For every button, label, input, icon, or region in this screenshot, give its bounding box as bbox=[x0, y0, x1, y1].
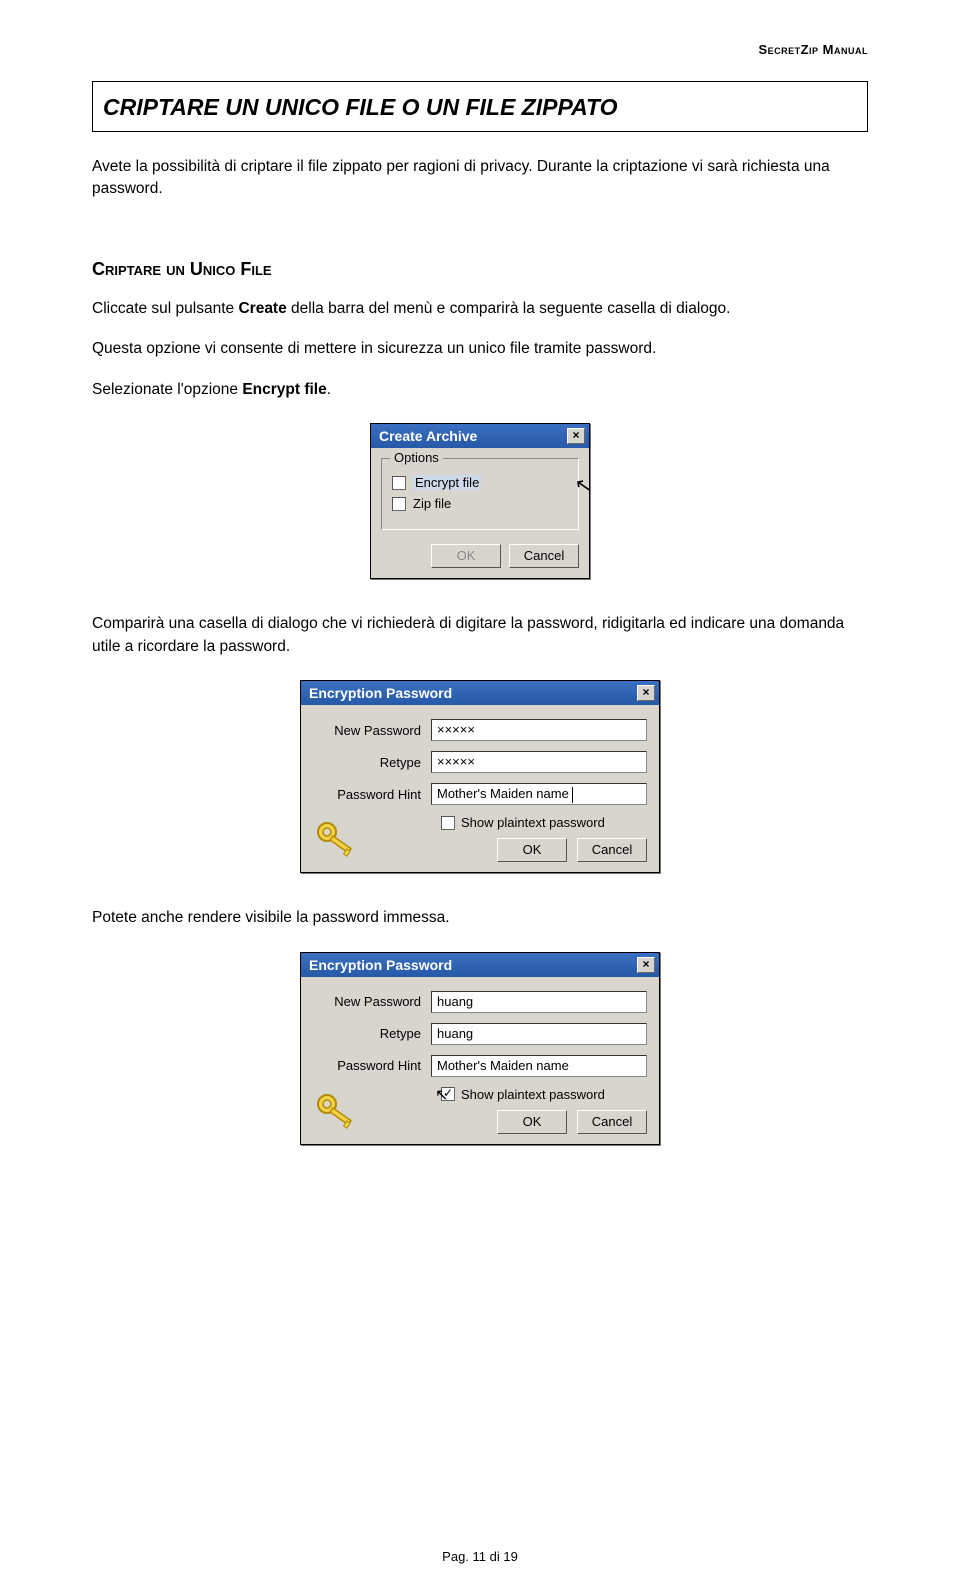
cancel-button[interactable]: Cancel bbox=[577, 1110, 647, 1134]
ok-button[interactable]: OK bbox=[497, 838, 567, 862]
retype-label: Retype bbox=[315, 755, 431, 770]
dialog-titlebar: Encryption Password × bbox=[301, 681, 659, 705]
checkbox-icon[interactable] bbox=[441, 816, 455, 830]
cursor-arrow-icon: ↖ bbox=[435, 1085, 448, 1105]
new-password-field[interactable]: ××××× bbox=[431, 719, 647, 741]
header-brand: SecretZip Manual bbox=[92, 42, 868, 57]
options-legend: Options bbox=[390, 450, 443, 465]
show-plaintext-option[interactable]: Show plaintext password bbox=[441, 815, 647, 830]
dialog-titlebar: Create Archive × bbox=[371, 424, 589, 448]
create-archive-dialog: Create Archive × Options Encrypt file ↖ … bbox=[370, 423, 590, 579]
para-6: Potete anche rendere visibile la passwor… bbox=[92, 907, 868, 929]
cancel-button[interactable]: Cancel bbox=[577, 838, 647, 862]
para-5: Comparirà una casella di dialogo che vi … bbox=[92, 613, 868, 658]
show-plaintext-option[interactable]: Show plaintext password ↖ bbox=[441, 1087, 647, 1102]
hint-label: Password Hint bbox=[315, 1058, 431, 1073]
para-3: Questa opzione vi consente di mettere in… bbox=[92, 338, 868, 360]
cancel-button[interactable]: Cancel bbox=[509, 544, 579, 568]
text-cursor-icon bbox=[572, 787, 573, 803]
encrypt-file-option[interactable]: Encrypt file ↖ bbox=[392, 475, 568, 490]
show-plaintext-label: Show plaintext password bbox=[461, 1087, 605, 1102]
hint-field[interactable]: Mother's Maiden name bbox=[431, 1055, 647, 1077]
para-4: Selezionate l'opzione Encrypt file. bbox=[92, 379, 868, 401]
zip-file-label: Zip file bbox=[413, 496, 451, 511]
ok-button[interactable]: OK bbox=[497, 1110, 567, 1134]
dialog-title: Create Archive bbox=[379, 428, 477, 444]
key-icon bbox=[313, 1086, 361, 1134]
dialog-title: Encryption Password bbox=[309, 685, 452, 701]
retype-field[interactable]: huang bbox=[431, 1023, 647, 1045]
page-footer: Pag. 11 di 19 bbox=[0, 1549, 960, 1564]
options-group: Options Encrypt file ↖ Zip file bbox=[381, 458, 579, 530]
close-icon[interactable]: × bbox=[567, 428, 585, 444]
checkbox-icon[interactable] bbox=[392, 497, 406, 511]
cursor-arrow-icon: ↖ bbox=[573, 472, 594, 500]
key-icon bbox=[313, 814, 361, 862]
encryption-password-dialog-2: Encryption Password × New Password huang… bbox=[300, 952, 660, 1145]
checkbox-icon[interactable] bbox=[392, 476, 406, 490]
intro-paragraph: Avete la possibilità di criptare il file… bbox=[92, 156, 868, 201]
title-box: CRIPTARE UN UNICO FILE O UN FILE ZIPPATO bbox=[92, 81, 868, 132]
new-password-field[interactable]: huang bbox=[431, 991, 647, 1013]
show-plaintext-label: Show plaintext password bbox=[461, 815, 605, 830]
zip-file-option[interactable]: Zip file bbox=[392, 496, 568, 511]
close-icon[interactable]: × bbox=[637, 957, 655, 973]
retype-field[interactable]: ××××× bbox=[431, 751, 647, 773]
retype-label: Retype bbox=[315, 1026, 431, 1041]
new-password-label: New Password bbox=[315, 723, 431, 738]
para-2: Cliccate sul pulsante Create della barra… bbox=[92, 298, 868, 320]
ok-button[interactable]: OK bbox=[431, 544, 501, 568]
subheading: Criptare un Unico File bbox=[92, 259, 868, 280]
dialog-title: Encryption Password bbox=[309, 957, 452, 973]
hint-label: Password Hint bbox=[315, 787, 431, 802]
encrypt-file-label: Encrypt file bbox=[413, 475, 481, 490]
close-icon[interactable]: × bbox=[637, 685, 655, 701]
encryption-password-dialog-1: Encryption Password × New Password ×××××… bbox=[300, 680, 660, 873]
dialog-titlebar: Encryption Password × bbox=[301, 953, 659, 977]
new-password-label: New Password bbox=[315, 994, 431, 1009]
hint-field[interactable]: Mother's Maiden name bbox=[431, 783, 647, 805]
main-heading: CRIPTARE UN UNICO FILE O UN FILE ZIPPATO bbox=[103, 94, 857, 121]
